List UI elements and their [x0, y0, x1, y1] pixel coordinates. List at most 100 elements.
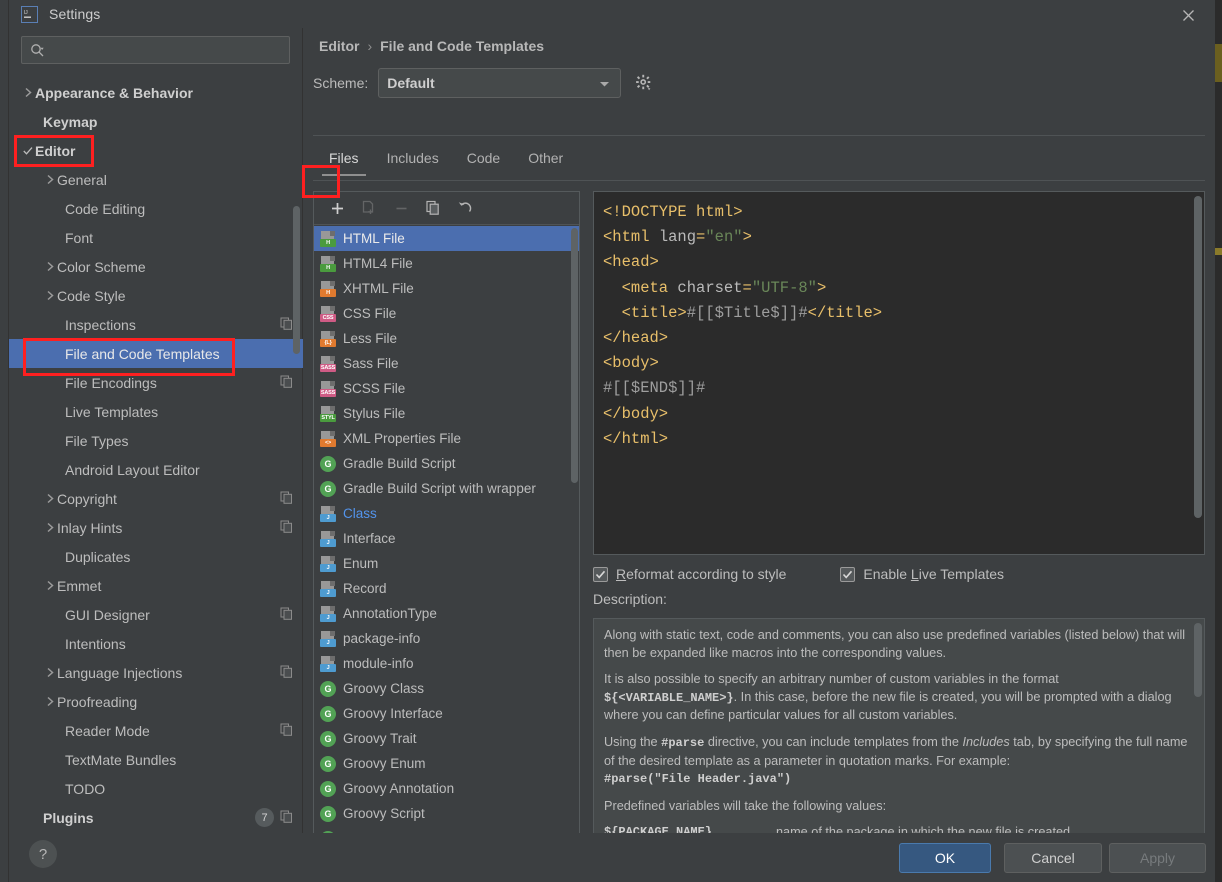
breadcrumb-parent[interactable]: Editor	[319, 38, 359, 54]
breadcrumb-current: File and Code Templates	[380, 38, 545, 54]
template-list-item[interactable]: H HTML File	[314, 226, 579, 251]
sidebar-item-editor[interactable]: Editor	[9, 136, 303, 165]
ok-button[interactable]: OK	[899, 843, 991, 873]
template-list-item[interactable]: SASS SCSS File	[314, 376, 579, 401]
template-list-item[interactable]: H XHTML File	[314, 276, 579, 301]
template-code-text[interactable]: <!DOCTYPE html> <html lang="en"> <head> …	[594, 192, 1204, 452]
sidebar-item-live-templates[interactable]: Live Templates	[9, 397, 303, 426]
sidebar-item-label: Language Injections	[57, 664, 183, 681]
sidebar-item-copyright[interactable]: Copyright	[9, 484, 303, 513]
template-list-item[interactable]: G Groovy Interface	[314, 701, 579, 726]
template-list-item[interactable]: J Class	[314, 501, 579, 526]
template-list-item[interactable]: G Groovy Enum	[314, 751, 579, 776]
sidebar-item-emmet[interactable]: Emmet	[9, 571, 303, 600]
sidebar-scrollbar-thumb[interactable]	[293, 206, 300, 354]
copy-settings-icon[interactable]	[280, 520, 293, 536]
sidebar-item-proofreading[interactable]: Proofreading	[9, 687, 303, 716]
chevron-right-icon[interactable]	[43, 174, 57, 185]
chevron-right-icon[interactable]	[21, 87, 35, 98]
copy-settings-icon[interactable]	[280, 665, 293, 681]
gear-icon[interactable]	[631, 70, 657, 96]
template-list-item[interactable]: G Gradle Build Script	[314, 451, 579, 476]
sidebar-item-android-layout-editor[interactable]: Android Layout Editor	[9, 455, 303, 484]
copy-settings-icon[interactable]	[280, 723, 293, 739]
editor-scrollbar-thumb[interactable]	[1194, 196, 1202, 518]
tab-other[interactable]: Other	[514, 144, 577, 176]
sidebar-item-file-encodings[interactable]: File Encodings	[9, 368, 303, 397]
tab-includes[interactable]: Includes	[373, 144, 453, 176]
sidebar-item-badges	[280, 723, 293, 739]
template-list-item[interactable]: CSS CSS File	[314, 301, 579, 326]
sidebar-item-file-and-code-templates[interactable]: File and Code Templates	[9, 339, 303, 368]
sidebar-item-file-types[interactable]: File Types	[9, 426, 303, 455]
sidebar-item-todo[interactable]: TODO	[9, 774, 303, 803]
header-divider	[313, 135, 1205, 136]
chevron-right-icon[interactable]	[43, 290, 57, 301]
sidebar-item-color-scheme[interactable]: Color Scheme	[9, 252, 303, 281]
template-list-item[interactable]: J Interface	[314, 526, 579, 551]
cancel-button[interactable]: Cancel	[1004, 843, 1102, 873]
template-list-item[interactable]: SASS Sass File	[314, 351, 579, 376]
sidebar-item-duplicates[interactable]: Duplicates	[9, 542, 303, 571]
tab-code[interactable]: Code	[453, 144, 514, 176]
sidebar-item-gui-designer[interactable]: GUI Designer	[9, 600, 303, 629]
sidebar-item-textmate-bundles[interactable]: TextMate Bundles	[9, 745, 303, 774]
template-list-item[interactable]: J AnnotationType	[314, 601, 579, 626]
chevron-right-icon[interactable]	[43, 261, 57, 272]
chevron-right-icon[interactable]	[43, 667, 57, 678]
description-scrollbar-thumb[interactable]	[1194, 623, 1202, 697]
sidebar-item-general[interactable]: General	[9, 165, 303, 194]
template-list-item[interactable]: Jpackage-info	[314, 626, 579, 651]
sidebar-item-plugins[interactable]: Plugins 7	[9, 803, 303, 832]
sidebar-item-appearance-behavior[interactable]: Appearance & Behavior	[9, 78, 303, 107]
reformat-according-to-style-checkbox[interactable]: Reformat according to style	[593, 566, 786, 582]
template-list-item[interactable]: STYL Stylus File	[314, 401, 579, 426]
template-name: Groovy Annotation	[343, 781, 455, 796]
templates-vertical-scrollbar-thumb[interactable]	[571, 228, 578, 483]
copy-settings-icon[interactable]	[280, 317, 293, 333]
chevron-right-icon[interactable]	[43, 696, 57, 707]
chevron-down-icon[interactable]	[21, 146, 35, 156]
chevron-right-icon[interactable]	[43, 493, 57, 504]
search-box[interactable]	[21, 36, 290, 64]
template-list-item[interactable]: G Gradle Build Script with wrapper	[314, 476, 579, 501]
copy-settings-icon[interactable]	[280, 375, 293, 391]
template-list-item[interactable]: G Groovy Trait	[314, 726, 579, 751]
tab-files[interactable]: Files	[315, 144, 373, 176]
template-list-item[interactable]: H HTML4 File	[314, 251, 579, 276]
close-icon[interactable]	[1177, 4, 1199, 26]
template-list-item[interactable]: G Groovy Annotation	[314, 776, 579, 801]
sidebar-item-code-editing[interactable]: Code Editing	[9, 194, 303, 223]
sidebar-item-language-injections[interactable]: Language Injections	[9, 658, 303, 687]
file-type-icon: {L}	[320, 330, 336, 347]
enable-live-templates-checkbox[interactable]: Enable Live Templates	[840, 566, 1004, 582]
search-input[interactable]	[51, 42, 281, 58]
copy-settings-icon[interactable]	[280, 491, 293, 507]
sidebar-item-inspections[interactable]: Inspections	[9, 310, 303, 339]
sidebar-item-keymap[interactable]: Keymap	[9, 107, 303, 136]
copy-settings-icon[interactable]	[280, 607, 293, 623]
scheme-dropdown[interactable]: Default	[378, 68, 622, 98]
reset-template-button[interactable]	[450, 195, 480, 222]
sidebar-item-label: Code Editing	[65, 200, 146, 217]
add-template-button[interactable]	[322, 195, 352, 222]
template-list-item[interactable]: G Groovy Script	[314, 801, 579, 826]
template-list-item[interactable]: J Enum	[314, 551, 579, 576]
chevron-right-icon[interactable]	[43, 580, 57, 591]
copy-settings-icon[interactable]	[280, 810, 293, 826]
template-list-item[interactable]: {L} Less File	[314, 326, 579, 351]
sidebar-item-inlay-hints[interactable]: Inlay Hints	[9, 513, 303, 542]
sidebar-item-font[interactable]: Font	[9, 223, 303, 252]
sidebar-item-label: Proofreading	[57, 693, 138, 710]
help-button[interactable]: ?	[29, 840, 57, 868]
sidebar-item-reader-mode[interactable]: Reader Mode	[9, 716, 303, 745]
template-code-editor[interactable]: <!DOCTYPE html> <html lang="en"> <head> …	[593, 191, 1205, 555]
sidebar-item-code-style[interactable]: Code Style	[9, 281, 303, 310]
sidebar-item-intentions[interactable]: Intentions	[9, 629, 303, 658]
chevron-right-icon[interactable]	[43, 522, 57, 533]
template-list-item[interactable]: <> XML Properties File	[314, 426, 579, 451]
template-list-item[interactable]: G Groovy Class	[314, 676, 579, 701]
template-list-item[interactable]: Jmodule-info	[314, 651, 579, 676]
copy-template-button[interactable]	[418, 195, 448, 222]
template-list-item[interactable]: J Record	[314, 576, 579, 601]
